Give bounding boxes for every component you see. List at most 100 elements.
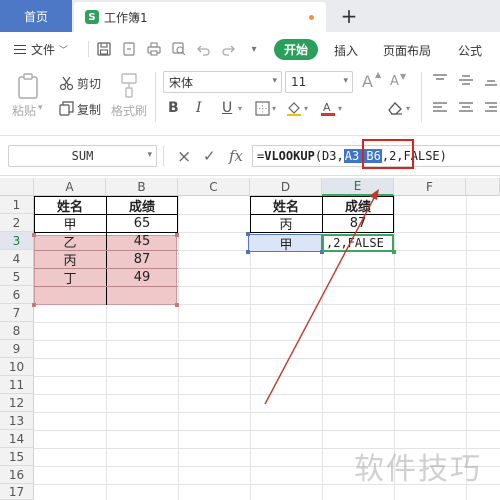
bold-button[interactable]: B	[168, 100, 179, 116]
font-color-icon[interactable]: A	[320, 100, 336, 116]
row-header-16[interactable]: 16	[0, 466, 34, 484]
cell-b5[interactable]: 49	[106, 268, 178, 286]
tab-page-layout[interactable]: 页面布局	[383, 42, 431, 59]
fill-handle[interactable]	[392, 250, 396, 254]
paste-button[interactable]: 粘贴	[12, 102, 36, 119]
align-top-icon[interactable]	[432, 74, 448, 86]
row-header-7[interactable]: 7	[0, 304, 34, 322]
row-header-10[interactable]: 10	[0, 358, 34, 376]
row-header-4[interactable]: 4	[0, 250, 34, 268]
font-name-select[interactable]: 宋体 ▾	[163, 71, 282, 93]
font-size-select[interactable]: 11 ▾	[285, 71, 353, 93]
cell-b2[interactable]: 65	[106, 214, 178, 232]
row-header-1[interactable]: 1	[0, 196, 34, 214]
cell-a4[interactable]: 丙	[34, 250, 106, 269]
italic-button[interactable]: I	[196, 100, 202, 116]
align-center-icon[interactable]	[458, 102, 474, 114]
tab-home[interactable]: 首页	[0, 0, 72, 32]
align-middle-icon[interactable]	[458, 74, 474, 86]
cell-b1[interactable]: 成绩	[106, 196, 178, 215]
cell-b4[interactable]: 87	[106, 250, 178, 268]
row-header-9[interactable]: 9	[0, 340, 34, 358]
tab-workbook[interactable]: S 工作簿1	[74, 2, 326, 32]
row-header-2[interactable]: 2	[0, 214, 34, 232]
clear-dropdown-icon[interactable]: ▾	[406, 104, 410, 113]
row-header-8[interactable]: 8	[0, 322, 34, 340]
tab-formulas[interactable]: 公式	[458, 42, 482, 59]
cell-d1[interactable]: 姓名	[250, 196, 322, 215]
column-header-e[interactable]: E	[322, 178, 394, 196]
cell-e1[interactable]: 成绩	[322, 196, 394, 215]
underline-button[interactable]: U	[222, 100, 232, 116]
gridline	[34, 340, 500, 341]
align-bottom-icon[interactable]	[484, 74, 498, 86]
print-preview-icon[interactable]	[171, 41, 187, 57]
cell-a5[interactable]: 丁	[34, 268, 106, 287]
row-header-15[interactable]: 15	[0, 448, 34, 466]
save-icon[interactable]	[96, 41, 112, 57]
undo-icon[interactable]	[196, 41, 212, 57]
cell-d2[interactable]: 丙	[250, 214, 322, 233]
tab-insert[interactable]: 插入	[334, 42, 358, 59]
align-right-icon[interactable]	[484, 102, 498, 114]
row-header-17[interactable]: 17	[0, 484, 34, 500]
range-handle[interactable]	[32, 303, 36, 307]
font-color-dropdown-icon[interactable]: ▾	[338, 104, 342, 113]
redo-icon[interactable]	[220, 41, 236, 57]
column-header-f[interactable]: F	[394, 178, 466, 196]
format-painter-button[interactable]: 格式刷	[111, 102, 147, 119]
active-cell-editor-e3[interactable]: ,2,FALSE	[322, 234, 394, 252]
copy-button[interactable]: 复制	[77, 101, 101, 118]
insert-function-button[interactable]: fx	[229, 147, 243, 165]
grow-font-button[interactable]: A	[362, 72, 373, 91]
cancel-icon[interactable]: ×	[177, 147, 191, 167]
row-header-13[interactable]: 13	[0, 412, 34, 430]
row-header-5[interactable]: 5	[0, 268, 34, 286]
confirm-icon[interactable]: ✓	[203, 147, 216, 165]
paste-icon[interactable]	[14, 72, 42, 100]
cut-button[interactable]: 剪切	[77, 75, 101, 92]
new-tab-button[interactable]: +	[338, 4, 360, 28]
file-menu-button[interactable]: 文件 ﹀	[14, 41, 68, 58]
cell-e2[interactable]: 87	[322, 214, 394, 232]
reference-handle[interactable]	[246, 232, 250, 236]
row-header-6[interactable]: 6	[0, 286, 34, 304]
column-header-d[interactable]: D	[250, 178, 322, 196]
row-header-12[interactable]: 12	[0, 394, 34, 412]
border-dropdown-icon[interactable]: ▾	[272, 104, 276, 113]
range-handle[interactable]	[175, 303, 179, 307]
border-icon[interactable]	[254, 100, 270, 116]
quick-access-dropdown-icon[interactable]: ▾	[246, 41, 262, 57]
cell-a2[interactable]: 甲	[34, 214, 106, 233]
clear-format-icon[interactable]	[386, 100, 404, 116]
align-left-icon[interactable]	[432, 102, 448, 114]
column-header-a[interactable]: A	[34, 178, 106, 196]
paste-dropdown-icon[interactable]: ▾	[38, 103, 43, 113]
cell-a1[interactable]: 姓名	[34, 196, 106, 215]
column-header-g[interactable]	[466, 178, 500, 196]
caret-up-icon: ▲	[375, 70, 382, 79]
fill-dropdown-icon[interactable]: ▾	[304, 104, 308, 113]
cell-b3[interactable]: 45	[106, 232, 178, 250]
caret-down-icon: ▼	[400, 72, 407, 81]
gridline	[34, 322, 500, 323]
fill-color-icon[interactable]	[286, 100, 302, 116]
watermark: 软件技巧	[354, 452, 482, 487]
column-header-c[interactable]: C	[178, 178, 250, 196]
row-header-11[interactable]: 11	[0, 376, 34, 394]
spreadsheet-app-icon: S	[85, 10, 99, 24]
shrink-font-button[interactable]: A	[390, 74, 399, 89]
export-pdf-icon[interactable]	[121, 41, 137, 57]
cell-d3[interactable]: 甲	[250, 234, 322, 253]
select-all-corner[interactable]	[0, 178, 34, 196]
tab-start[interactable]: 开始	[274, 39, 318, 60]
reference-handle[interactable]	[246, 250, 250, 254]
row-header-14[interactable]: 14	[0, 430, 34, 448]
row-header-3[interactable]: 3	[0, 232, 34, 250]
name-box[interactable]: SUM ▾	[8, 145, 157, 167]
print-icon[interactable]	[146, 41, 162, 57]
column-header-b[interactable]: B	[106, 178, 178, 196]
cell-a3[interactable]: 乙	[34, 232, 106, 251]
underline-dropdown-icon[interactable]: ▾	[238, 104, 242, 113]
divider	[421, 72, 422, 122]
